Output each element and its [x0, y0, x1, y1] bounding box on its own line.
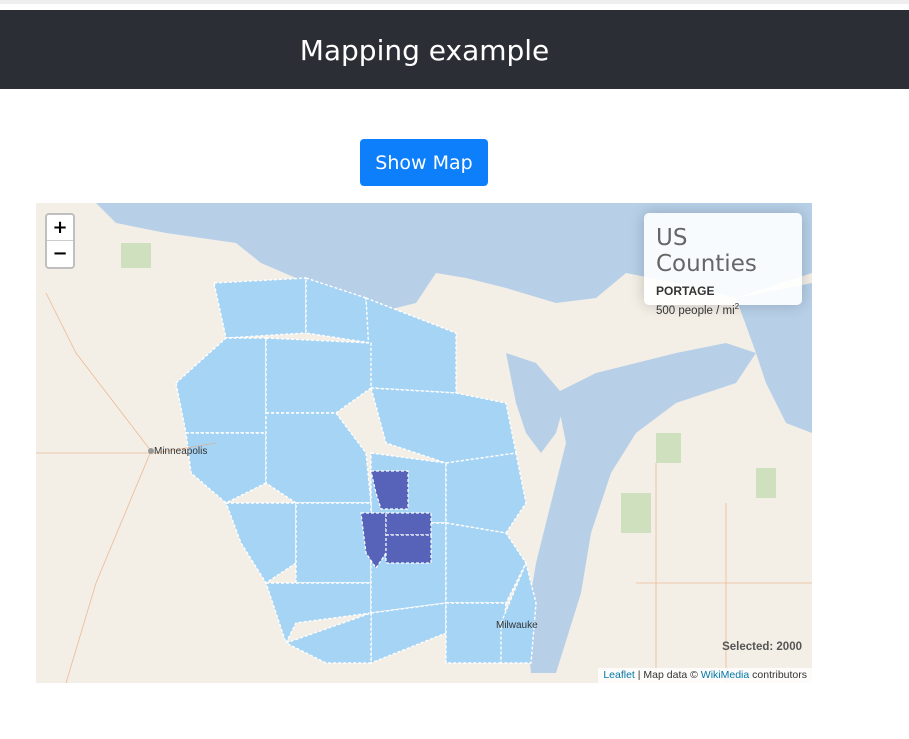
attribution-contributors: contributors: [752, 669, 807, 681]
selected-county: [385, 512, 432, 536]
zoom-in-button[interactable]: +: [47, 215, 73, 241]
navbar: Mapping example: [0, 10, 909, 89]
density-sup: 2: [734, 302, 740, 311]
label-milwaukee: Milwauke: [496, 620, 538, 631]
zoom-control: + −: [45, 213, 75, 269]
selected-county: [385, 534, 432, 564]
density-value: 500 people / mi: [656, 304, 735, 317]
selected-count: Selected: 2000: [722, 641, 802, 653]
map-container[interactable]: Minneapolis Milwauke + − US Counties POR…: [36, 203, 812, 683]
park: [656, 433, 681, 463]
info-title: US Counties: [656, 225, 757, 277]
park: [756, 468, 776, 498]
park: [121, 243, 151, 268]
attribution-sep: | Map data ©: [637, 669, 698, 681]
info-panel: US Counties PORTAGE 500 people / mi2: [644, 213, 802, 317]
wikimedia-link[interactable]: WikiMedia: [701, 669, 749, 681]
zoom-out-button[interactable]: −: [47, 241, 73, 267]
label-minneapolis: Minneapolis: [154, 446, 208, 457]
county: [295, 502, 372, 584]
page-title: Mapping example: [299, 34, 550, 67]
attribution: Leaflet | Map data © WikiMedia contribut…: [598, 668, 812, 683]
county: [445, 452, 527, 534]
leaflet-link[interactable]: Leaflet: [603, 669, 635, 681]
county-name: PORTAGE: [656, 284, 715, 298]
top-strip: [0, 0, 909, 4]
park: [621, 493, 651, 533]
county: [213, 277, 307, 339]
density-text: 500 people / mi2: [656, 302, 790, 317]
show-map-button[interactable]: Show Map: [360, 139, 488, 186]
county: [445, 602, 507, 664]
